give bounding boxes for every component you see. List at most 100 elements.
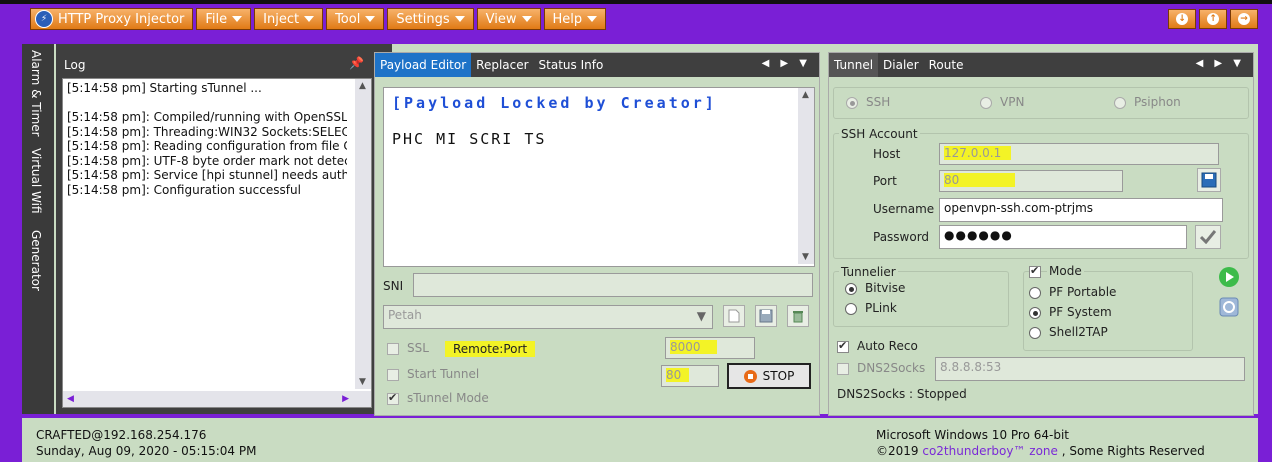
stunnel-mode-label: sTunnel Mode	[407, 391, 489, 405]
main-area: Alarm & Timer Virtual Wifi Generator Log…	[22, 44, 1258, 416]
tab-tunnel[interactable]: Tunnel	[829, 53, 879, 77]
stop-icon	[743, 369, 757, 383]
password-input[interactable]: ●●●●●●	[939, 225, 1187, 249]
port-value: 80	[944, 173, 1016, 187]
menu-help-label: Help	[552, 11, 583, 27]
mode-psiphon-label: Psiphon	[1134, 95, 1181, 109]
scroll-right-icon[interactable]: ▶	[342, 394, 349, 404]
side-tab-generator[interactable]: Generator	[26, 230, 46, 291]
password-label: Password	[873, 230, 930, 244]
log-line: [5:14:58 pm]: Configuration successful	[67, 182, 301, 197]
menu-view-label: View	[485, 11, 517, 27]
host-input[interactable]: 127.0.0.1	[939, 143, 1219, 165]
menu-file[interactable]: File	[196, 8, 252, 30]
menu-inject[interactable]: Inject	[254, 8, 324, 30]
mode-checkbox[interactable]	[1029, 264, 1041, 278]
arrow-right-icon: →	[1238, 13, 1250, 25]
stunnel-mode-checkbox[interactable]	[387, 391, 399, 405]
scroll-up-icon[interactable]: ▲	[802, 90, 809, 100]
stop-button[interactable]: STOP	[727, 363, 811, 389]
dns2socks-input[interactable]: 8.8.8.8:53	[935, 357, 1245, 381]
mode-pf-system-radio[interactable]	[1029, 307, 1041, 319]
dns2socks-checkbox[interactable]	[837, 363, 849, 375]
menu-settings-label: Settings	[396, 11, 450, 27]
menu-view[interactable]: View	[476, 8, 541, 30]
mode-psiphon-radio[interactable]	[1114, 97, 1126, 109]
window-controls: ↓ ↑ →	[1168, 9, 1258, 29]
editor-scrollbar[interactable]: ▲ ▼	[798, 88, 814, 264]
local-port-input[interactable]: 80	[661, 365, 719, 387]
tunnelier-plink-radio[interactable]	[845, 303, 857, 315]
tab-nav-arrows-icon[interactable]: ◀ ▶ ▼	[1196, 58, 1245, 69]
play-icon[interactable]	[1217, 265, 1241, 289]
port-input[interactable]: 80	[939, 170, 1123, 192]
tab-status-info[interactable]: Status Info	[534, 53, 609, 77]
copyright-text: ©2019 co2thunderboy™ zone , Some Rights …	[876, 444, 1205, 458]
dns2socks-label: DNS2Socks	[857, 361, 926, 375]
remote-port-value: 8000	[670, 340, 717, 354]
mode-shell2tap-radio[interactable]	[1029, 327, 1041, 339]
brand-link[interactable]: co2thunderboy™ zone	[922, 444, 1058, 458]
app-menu-button[interactable]: ⚡ HTTP Proxy Injector	[30, 8, 194, 30]
tab-replacer[interactable]: Replacer	[471, 53, 533, 77]
mode-ssh-radio[interactable]	[846, 97, 858, 109]
log-horizontal-scrollbar[interactable]: ◀ ▶	[63, 391, 371, 407]
pin-icon[interactable]: 📌	[349, 56, 364, 70]
auto-reco-checkbox[interactable]	[837, 339, 849, 353]
log-box[interactable]: [5:14:58 pm] Starting sTunnel ... [5:14:…	[62, 78, 372, 408]
scroll-up-icon[interactable]: ▲	[359, 81, 366, 91]
dns-status-text: DNS2Socks : Stopped	[837, 387, 967, 401]
app-menu-label: HTTP Proxy Injector	[58, 11, 185, 27]
minimize-button[interactable]: ↓	[1168, 9, 1196, 29]
log-line: [5:14:58 pm]: Threading:WIN32 Sockets:SE…	[67, 124, 347, 139]
tab-nav-arrows-icon[interactable]: ◀ ▶ ▼	[762, 58, 811, 69]
tab-dialer[interactable]: Dialer	[878, 53, 924, 77]
new-file-icon[interactable]	[723, 305, 745, 327]
app-logo-icon: ⚡	[35, 10, 53, 28]
remote-port-input[interactable]: 8000	[665, 337, 755, 359]
scroll-down-icon[interactable]: ▼	[802, 252, 809, 262]
mode-vpn-radio[interactable]	[980, 97, 992, 109]
log-vertical-scrollbar[interactable]: ▲ ▼	[355, 79, 371, 389]
payload-panel: Payload Editor Replacer Status Info ◀ ▶ …	[374, 52, 820, 416]
side-tab-virtual-wifi[interactable]: Virtual Wifi	[26, 148, 46, 214]
chevron-down-icon	[304, 16, 315, 22]
tab-route[interactable]: Route	[924, 53, 969, 77]
restore-button[interactable]: ↑	[1199, 9, 1227, 29]
mode-pf-portable-radio[interactable]	[1029, 287, 1041, 299]
status-bar: CRAFTED@192.168.254.176 Sunday, Aug 09, …	[22, 418, 1258, 462]
log-title: Log	[64, 58, 86, 72]
chevron-down-icon	[232, 16, 243, 22]
tunnelier-label: Tunnelier	[839, 265, 898, 279]
profile-select[interactable]: Petah ▼	[383, 305, 713, 329]
sni-input[interactable]	[413, 273, 813, 297]
save-icon[interactable]	[755, 305, 777, 327]
tunnel-mode-group: SSH VPN Psiphon	[833, 87, 1249, 119]
log-line: [5:14:58 pm]: Compiled/running with Open…	[67, 110, 347, 124]
side-tab-alarm-timer[interactable]: Alarm & Timer	[26, 50, 46, 137]
tunnel-tabbar: Tunnel Dialer Route ◀ ▶ ▼	[829, 53, 1253, 77]
host-label: Host	[873, 147, 901, 161]
save-account-icon[interactable]	[1197, 168, 1221, 192]
tunnelier-bitvise-radio[interactable]	[845, 283, 857, 295]
scroll-left-icon[interactable]: ◀	[67, 394, 74, 404]
close-button[interactable]: →	[1230, 9, 1258, 29]
menu-tool[interactable]: Tool	[326, 8, 385, 30]
mode-label: Mode	[1047, 264, 1084, 278]
username-input[interactable]: openvpn-ssh.com-ptrjms	[939, 198, 1223, 222]
remote-port-label: Remote:Port	[445, 341, 536, 357]
checkmark-icon[interactable]	[1195, 225, 1221, 249]
arrow-down-icon: ↓	[1176, 13, 1188, 25]
menu-settings[interactable]: Settings	[387, 8, 474, 30]
menu-help[interactable]: Help	[543, 8, 607, 30]
payload-author-text: PHC MI SCRI TS	[392, 130, 547, 148]
os-text: Microsoft Windows 10 Pro 64-bit	[876, 428, 1069, 442]
start-tunnel-checkbox[interactable]	[387, 369, 399, 381]
payload-editor[interactable]: [Payload Locked by Creator] PHC MI SCRI …	[383, 87, 815, 267]
tab-payload-editor[interactable]: Payload Editor	[375, 53, 472, 77]
delete-icon[interactable]	[787, 305, 809, 327]
log-line: [5:14:58 pm] Starting sTunnel ...	[67, 81, 262, 95]
refresh-icon[interactable]	[1217, 295, 1241, 319]
ssl-checkbox[interactable]	[387, 343, 399, 355]
scroll-down-icon[interactable]: ▼	[359, 377, 366, 387]
